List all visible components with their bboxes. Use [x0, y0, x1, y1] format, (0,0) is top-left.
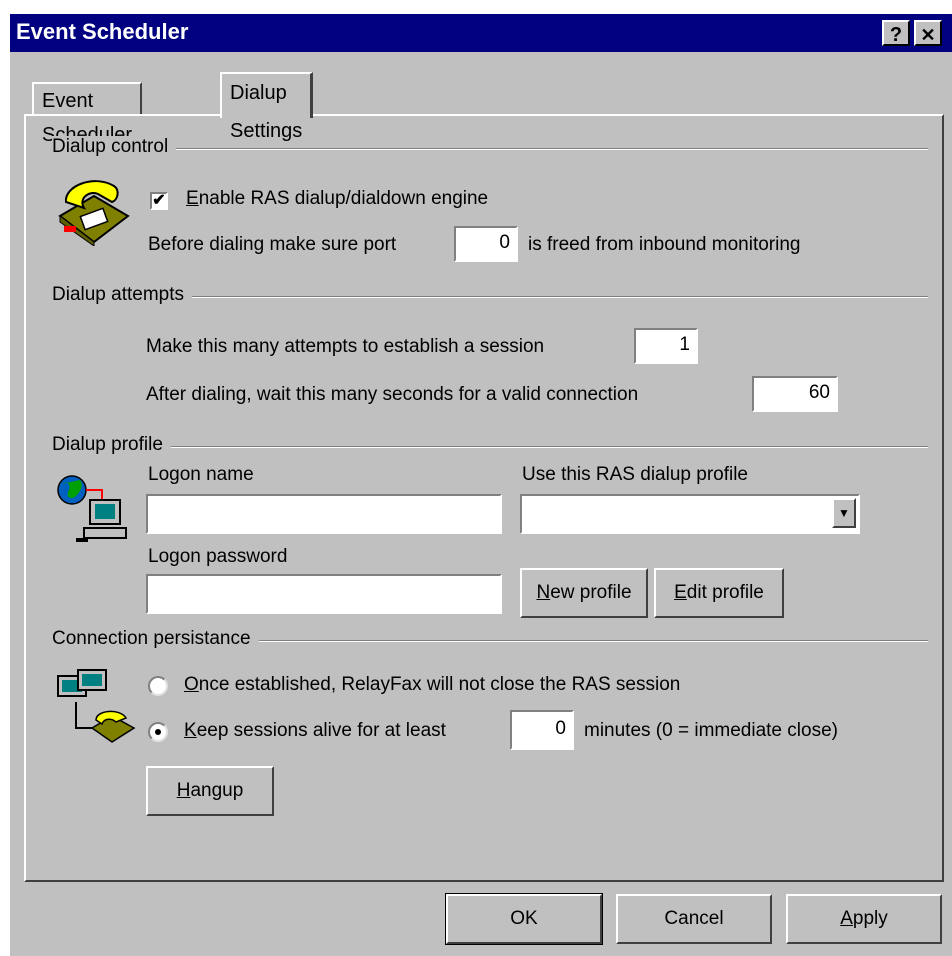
group-divider — [52, 446, 928, 448]
logon-password-input[interactable] — [146, 574, 502, 614]
wait-seconds-label: After dialing, wait this many seconds fo… — [146, 384, 639, 405]
telephone-icon — [58, 180, 130, 246]
radio-once-established-label[interactable]: Once established, RelayFax will not clos… — [184, 674, 680, 696]
enable-ras-checkbox[interactable]: ✔ — [150, 192, 168, 210]
cancel-button[interactable]: Cancel — [616, 894, 772, 944]
chevron-down-icon[interactable]: ▼ — [832, 498, 856, 528]
ras-profile-select[interactable]: ▼ — [520, 494, 860, 534]
dialup-settings-panel: Dialup control ✔ Enable RAS dialup/diald… — [24, 114, 944, 882]
logon-name-label: Logon name — [148, 464, 254, 485]
close-button[interactable]: ✕ — [914, 20, 942, 46]
minutes-suffix-label: minutes (0 = immediate close) — [584, 720, 838, 741]
logon-password-label: Logon password — [148, 546, 288, 567]
port-suffix-label: is freed from inbound monitoring — [528, 234, 801, 255]
networked-computers-phone-icon — [57, 669, 136, 743]
tab-dialup-settings[interactable]: Dialup Settings — [220, 72, 314, 142]
ok-button[interactable]: OK — [445, 893, 603, 945]
window-title: Event Scheduler — [16, 19, 189, 44]
attempts-label: Make this many attempts to establish a s… — [146, 336, 545, 357]
radio-once-established[interactable] — [148, 676, 168, 696]
dialup-control-heading: Dialup control — [52, 136, 177, 158]
connection-persistance-heading: Connection persistance — [52, 628, 259, 650]
tab-event-scheduler[interactable]: Event Scheduler — [32, 82, 143, 146]
title-bar[interactable]: Event Scheduler ? ✕ — [10, 14, 952, 52]
apply-button[interactable]: Apply — [786, 894, 942, 944]
radio-keep-alive-label[interactable]: Keep sessions alive for at least — [184, 720, 446, 742]
network-globe-computer-icon — [57, 475, 127, 542]
ras-profile-label: Use this RAS dialup profile — [522, 464, 748, 485]
wait-seconds-input[interactable]: 60 — [752, 376, 838, 412]
event-scheduler-dialog: Event Scheduler ? ✕ Event Scheduler Dial… — [10, 14, 952, 956]
radio-keep-alive[interactable] — [148, 722, 168, 742]
keep-alive-minutes-input[interactable]: 0 — [510, 710, 574, 750]
help-button[interactable]: ? — [882, 20, 910, 46]
check-mark-icon: ✔ — [152, 192, 166, 209]
enable-ras-label[interactable]: Enable RAS dialup/dialdown engine — [186, 188, 488, 210]
edit-profile-button[interactable]: Edit profile — [654, 568, 784, 618]
radio-selected-dot — [155, 729, 161, 735]
dialup-attempts-heading: Dialup attempts — [52, 284, 193, 306]
logon-name-input[interactable] — [146, 494, 502, 534]
port-input[interactable]: 0 — [454, 226, 518, 262]
dialup-profile-heading: Dialup profile — [52, 434, 171, 456]
hangup-button[interactable]: Hangup — [146, 766, 274, 816]
new-profile-button[interactable]: New profile — [520, 568, 648, 618]
group-divider — [52, 148, 928, 150]
attempts-input[interactable]: 1 — [634, 328, 698, 364]
port-prefix-label: Before dialing make sure port — [148, 234, 397, 255]
